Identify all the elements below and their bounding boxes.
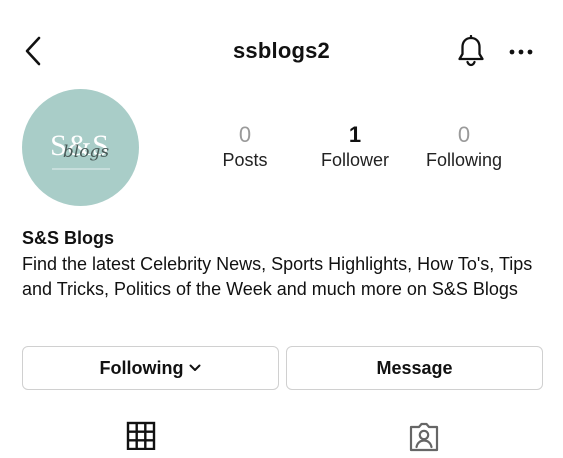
grid-icon	[126, 421, 156, 450]
logo-script-text: blogs	[63, 142, 109, 162]
bio-text: Find the latest Celebrity News, Sports H…	[22, 254, 533, 299]
profile-tabs	[0, 420, 563, 458]
more-horizontal-icon	[509, 49, 533, 55]
followers-count: 1	[348, 122, 362, 147]
posts-label: Posts	[222, 150, 268, 170]
message-button[interactable]: Message	[286, 346, 543, 390]
following-label: Following	[425, 150, 503, 170]
posts-stat[interactable]: 0 Posts	[190, 122, 300, 172]
profile-stats: 0 Posts 1 Follower 0 Following	[190, 122, 530, 182]
following-stat[interactable]: 0 Following	[409, 122, 519, 172]
tab-tagged[interactable]	[404, 420, 444, 458]
tagged-user-icon	[409, 422, 439, 452]
notifications-button[interactable]	[454, 34, 488, 68]
following-button-label: Following	[99, 357, 184, 378]
avatar-logo: S&S blogs	[50, 129, 110, 170]
following-button[interactable]: Following	[22, 346, 279, 390]
avatar[interactable]: S&S blogs	[22, 89, 139, 206]
profile-bio: S&S Blogs Find the latest Celebrity News…	[22, 226, 542, 301]
followers-label: Follower	[320, 150, 390, 170]
more-options-button[interactable]	[506, 38, 536, 66]
profile-header: ssblogs2	[0, 0, 563, 100]
followers-stat[interactable]: 1 Follower	[300, 122, 410, 172]
bell-icon	[458, 35, 484, 67]
tab-posts-grid[interactable]	[121, 420, 161, 458]
following-count: 0	[457, 122, 471, 147]
bio-name: S&S Blogs	[22, 228, 115, 248]
chevron-down-icon	[189, 364, 201, 372]
posts-count: 0	[238, 122, 252, 147]
message-button-label: Message	[376, 357, 453, 378]
